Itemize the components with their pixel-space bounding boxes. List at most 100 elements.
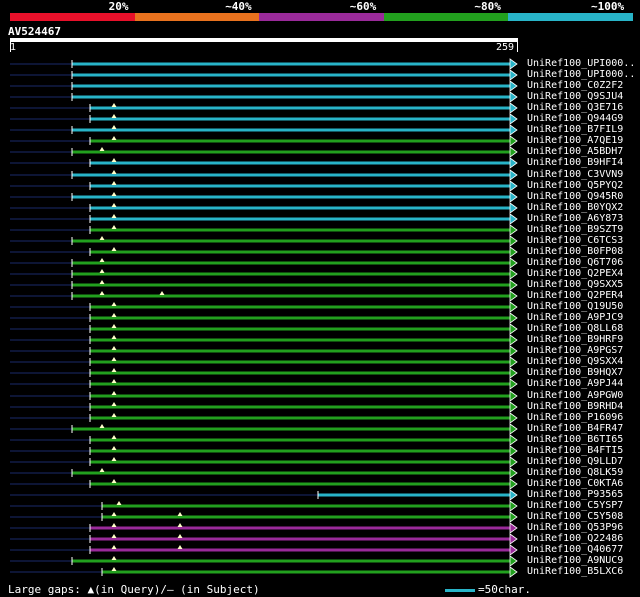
hit-label[interactable]: UniRef100_Q19U50 bbox=[527, 301, 623, 312]
hit-label[interactable]: UniRef100_A9PJ44 bbox=[527, 378, 623, 389]
hit-label[interactable]: UniRef100_Q2PER4 bbox=[527, 290, 623, 301]
identity-bar-0 bbox=[10, 13, 135, 21]
hit-label[interactable]: UniRef100_Q945R0 bbox=[527, 191, 623, 202]
hit-label[interactable]: UniRef100_B4FTI5 bbox=[527, 445, 623, 456]
hit-row[interactable] bbox=[10, 268, 518, 280]
hit-row[interactable] bbox=[10, 202, 518, 214]
hit-row[interactable] bbox=[10, 456, 518, 468]
alignment-arrow bbox=[509, 224, 518, 236]
hit-row[interactable] bbox=[10, 257, 518, 269]
hit-label[interactable]: UniRef100_A5BDH7 bbox=[527, 146, 623, 157]
hit-label[interactable]: UniRef100_B7FIL9 bbox=[527, 124, 623, 135]
hit-label[interactable]: UniRef100_C3VVN9 bbox=[527, 169, 623, 180]
hit-row[interactable] bbox=[10, 135, 518, 147]
hit-row[interactable] bbox=[10, 213, 518, 225]
hit-label[interactable]: UniRef100_C0KTA6 bbox=[527, 478, 623, 489]
hit-label[interactable]: UniRef100_Q8LL68 bbox=[527, 323, 623, 334]
hit-row[interactable] bbox=[10, 467, 518, 479]
hit-row[interactable] bbox=[10, 533, 518, 545]
hit-row[interactable] bbox=[10, 290, 518, 302]
hit-label[interactable]: UniRef100_C6TCS3 bbox=[527, 235, 623, 246]
hit-row[interactable] bbox=[10, 224, 518, 236]
hit-label[interactable]: UniRef100_UPI000.. bbox=[527, 69, 635, 80]
hit-label[interactable]: UniRef100_Q5PYQ2 bbox=[527, 180, 623, 191]
hit-label[interactable]: UniRef100_Q9SXX5 bbox=[527, 279, 623, 290]
hit-row[interactable] bbox=[10, 489, 518, 501]
hit-label[interactable]: UniRef100_P93565 bbox=[527, 489, 623, 500]
hit-label[interactable]: UniRef100_A9PGS7 bbox=[527, 345, 623, 356]
hit-label[interactable]: UniRef100_B6TI65 bbox=[527, 434, 623, 445]
hit-label[interactable]: UniRef100_C5YSP7 bbox=[527, 500, 623, 511]
hit-label[interactable]: UniRef100_A9PJC9 bbox=[527, 312, 623, 323]
hit-row[interactable] bbox=[10, 102, 518, 114]
hit-row[interactable] bbox=[10, 312, 518, 324]
hit-row[interactable] bbox=[10, 334, 518, 346]
hit-label[interactable]: UniRef100_B9HRF9 bbox=[527, 334, 623, 345]
hit-label[interactable]: UniRef100_Q2PEX4 bbox=[527, 268, 623, 279]
hit-label[interactable]: UniRef100_B5LXC6 bbox=[527, 566, 623, 577]
hit-row[interactable] bbox=[10, 566, 518, 578]
hit-row[interactable] bbox=[10, 235, 518, 247]
hit-label[interactable]: UniRef100_Q9SXX4 bbox=[527, 356, 623, 367]
hit-row[interactable] bbox=[10, 544, 518, 556]
hit-label[interactable]: UniRef100_A9NUC9 bbox=[527, 555, 623, 566]
hit-label[interactable]: UniRef100_B0YQX2 bbox=[527, 202, 623, 213]
hit-label[interactable]: UniRef100_B9HFI4 bbox=[527, 157, 623, 168]
hit-row[interactable] bbox=[10, 91, 518, 103]
hit-label[interactable]: UniRef100_A9PGW0 bbox=[527, 390, 623, 401]
hit-row[interactable] bbox=[10, 345, 518, 357]
hit-row[interactable] bbox=[10, 356, 518, 368]
hit-row[interactable] bbox=[10, 423, 518, 435]
hit-label[interactable]: UniRef100_C5Y508 bbox=[527, 511, 623, 522]
hit-label[interactable]: UniRef100_Q9LLD7 bbox=[527, 456, 623, 467]
hit-row[interactable] bbox=[10, 157, 518, 169]
hit-label[interactable]: UniRef100_Q8LK59 bbox=[527, 467, 623, 478]
hit-row[interactable] bbox=[10, 323, 518, 335]
hit-label[interactable]: UniRef100_B9RHD4 bbox=[527, 401, 623, 412]
hit-label[interactable]: UniRef100_A6Y873 bbox=[527, 213, 623, 224]
hit-row[interactable] bbox=[10, 367, 518, 379]
query-gap-marker bbox=[99, 291, 105, 295]
hit-label[interactable]: UniRef100_A7QE19 bbox=[527, 135, 623, 146]
hit-label[interactable]: UniRef100_Q40677 bbox=[527, 544, 623, 555]
hit-row[interactable] bbox=[10, 124, 518, 136]
hit-row[interactable] bbox=[10, 180, 518, 192]
hit-row[interactable] bbox=[10, 445, 518, 457]
scale-label: =50char. bbox=[478, 583, 531, 596]
hit-row[interactable] bbox=[10, 522, 518, 534]
query-gap-marker bbox=[177, 545, 183, 549]
hit-label[interactable]: UniRef100_Q6T706 bbox=[527, 257, 623, 268]
hit-label[interactable]: UniRef100_UPI000.. bbox=[527, 58, 635, 69]
hit-label[interactable]: UniRef100_Q22486 bbox=[527, 533, 623, 544]
hit-row[interactable] bbox=[10, 80, 518, 92]
hit-row[interactable] bbox=[10, 169, 518, 181]
hit-row[interactable] bbox=[10, 412, 518, 424]
hit-label[interactable]: UniRef100_C0Z2F2 bbox=[527, 80, 623, 91]
hit-label[interactable]: UniRef100_B9SZT9 bbox=[527, 224, 623, 235]
hit-row[interactable] bbox=[10, 146, 518, 158]
hit-label[interactable]: UniRef100_Q53P96 bbox=[527, 522, 623, 533]
hit-row[interactable] bbox=[10, 113, 518, 125]
hit-label[interactable]: UniRef100_B4FR47 bbox=[527, 423, 623, 434]
hit-label[interactable]: UniRef100_Q3E716 bbox=[527, 102, 623, 113]
hit-row[interactable] bbox=[10, 434, 518, 446]
hit-row[interactable] bbox=[10, 555, 518, 567]
hit-row[interactable] bbox=[10, 401, 518, 413]
hit-label[interactable]: UniRef100_B0FP08 bbox=[527, 246, 623, 257]
hit-row[interactable] bbox=[10, 478, 518, 490]
hit-row[interactable] bbox=[10, 390, 518, 402]
hit-label[interactable]: UniRef100_B9HQX7 bbox=[527, 367, 623, 378]
hit-row[interactable] bbox=[10, 246, 518, 258]
hit-label[interactable]: UniRef100_Q944G9 bbox=[527, 113, 623, 124]
alignment-arrow bbox=[509, 390, 518, 402]
hit-row[interactable] bbox=[10, 279, 518, 291]
hit-label[interactable]: UniRef100_P16096 bbox=[527, 412, 623, 423]
hit-label[interactable]: UniRef100_Q9SJU4 bbox=[527, 91, 623, 102]
hit-row[interactable] bbox=[10, 191, 518, 203]
hit-row[interactable] bbox=[10, 511, 518, 523]
hit-row[interactable] bbox=[10, 301, 518, 313]
hit-row[interactable] bbox=[10, 378, 518, 390]
hit-row[interactable] bbox=[10, 69, 518, 81]
hit-row[interactable] bbox=[10, 58, 518, 70]
hit-row[interactable] bbox=[10, 500, 518, 512]
